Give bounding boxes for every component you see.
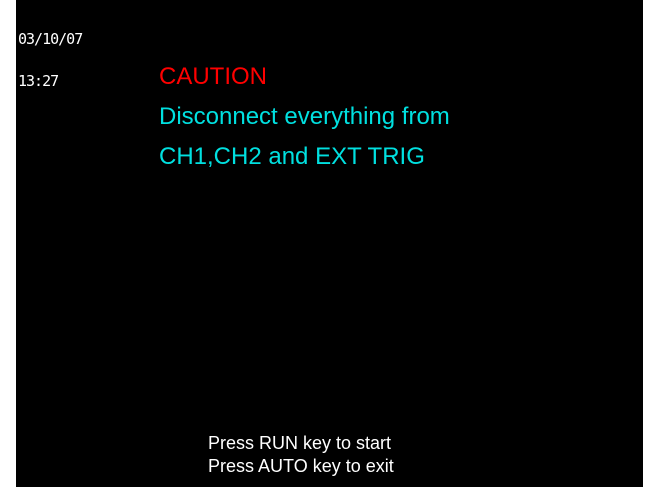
auto-exit-instruction: Press AUTO key to exit — [208, 456, 394, 476]
oscilloscope-screen: 03/10/07 13:27 CAUTION Disconnect everyt… — [16, 0, 643, 487]
time-text: 13:27 — [18, 72, 59, 90]
caution-message-line-2: CH1,CH2 and EXT TRIG — [159, 143, 425, 170]
run-start-instruction: Press RUN key to start — [208, 433, 392, 453]
date-text: 03/10/07 — [18, 30, 83, 48]
caution-message-line-1: Disconnect everything from — [159, 103, 450, 130]
caution-heading: CAUTION — [159, 63, 267, 90]
datetime-display: 03/10/07 13:27 — [18, 4, 83, 116]
